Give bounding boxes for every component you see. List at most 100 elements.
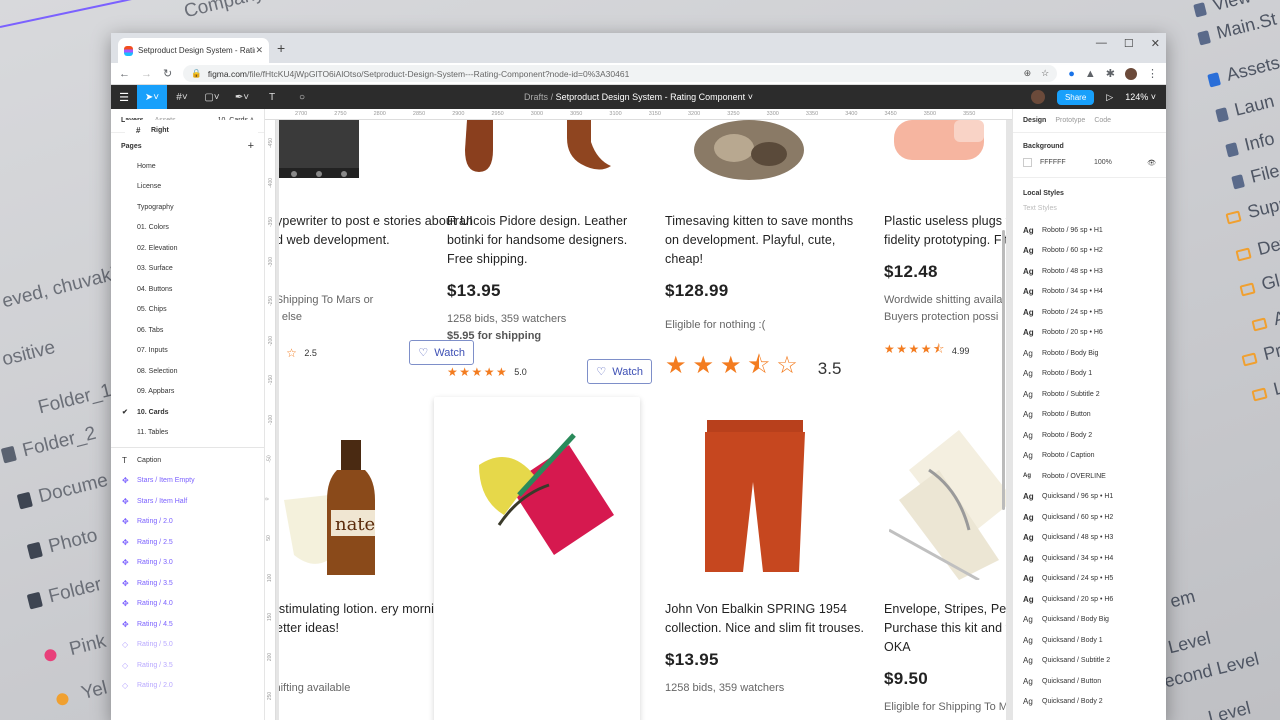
text-style-item[interactable]: Ag Roboto / 34 sp • H4 [1023, 282, 1156, 303]
tab-code[interactable]: Code [1094, 117, 1111, 124]
rating-stars[interactable]: ★★★⯪☆ [665, 348, 804, 389]
text-style-item[interactable]: Ag Roboto / 60 sp • H2 [1023, 241, 1156, 262]
text-style-item[interactable]: Ag Roboto / Button [1023, 405, 1156, 426]
product-card[interactable]: Francois Pidore design. Leather botinki … [447, 212, 652, 384]
pen-tool-icon[interactable]: ✒˅ [227, 85, 257, 109]
page-item[interactable]: ✔ 10. Cards [111, 402, 264, 423]
bookmark-star-icon[interactable]: ☆ [1041, 68, 1049, 79]
layer-item[interactable]: ✥ Rating / 4.0 [111, 594, 264, 615]
text-style-item[interactable]: Ag Roboto / OVERLINE [1023, 466, 1156, 487]
product-card[interactable]: Envelope, Stripes, Per etc. Purchase thi… [884, 600, 1006, 716]
close-window-icon[interactable]: ✕ [1151, 37, 1160, 50]
page-item[interactable]: 07. Inputs [111, 341, 264, 362]
text-style-item[interactable]: Ag Quicksand / Subtitle 2 [1023, 651, 1156, 672]
canvas-scrollbar[interactable] [1002, 230, 1005, 510]
user-avatar[interactable] [1030, 90, 1045, 104]
text-style-item[interactable]: Ag Roboto / Subtitle 2 [1023, 384, 1156, 405]
layer-item[interactable]: ◇ Rating / 5.0 [111, 635, 264, 656]
background-swatch[interactable] [1023, 158, 1032, 167]
layer-item[interactable]: ◇ Rating / 2.0 [111, 676, 264, 697]
maximize-icon[interactable]: ☐ [1124, 37, 1134, 50]
canvas[interactable]: 2700 2750 2800 2850 2900 2950 3000 3050 3100 3150… [265, 109, 1012, 720]
page-item[interactable]: 09. Appbars [111, 382, 264, 403]
text-style-item[interactable]: Ag Roboto / Caption [1023, 446, 1156, 467]
move-tool-icon[interactable]: ➤˅ [137, 85, 167, 109]
rating-stars[interactable]: ★★★★★ [447, 365, 508, 379]
rating-stars[interactable]: ☆ ☆ [279, 346, 298, 360]
extension-icon-2[interactable]: ▲ [1085, 68, 1096, 80]
shape-tool-icon[interactable]: ▢˅ [197, 85, 227, 109]
back-icon[interactable]: ← [119, 68, 130, 80]
zoom-level[interactable]: 124% ˅ [1125, 92, 1156, 102]
extensions-puzzle-icon[interactable]: ✱ [1106, 67, 1115, 80]
layer-item[interactable]: ✥ Stars / Item Half [111, 491, 264, 512]
layer-item[interactable]: ✥ Rating / 3.5 [111, 573, 264, 594]
page-item[interactable]: 08. Selection [111, 361, 264, 382]
present-play-icon[interactable]: ▷ [1106, 92, 1113, 103]
text-style-item[interactable]: Ag Quicksand / 60 sp • H2 [1023, 507, 1156, 528]
background-hex[interactable]: FFFFFF [1040, 159, 1086, 166]
page-item[interactable]: 01. Colors [111, 218, 264, 239]
visibility-eye-icon[interactable]: 👁 [1147, 159, 1156, 167]
breadcrumb-drafts[interactable]: Drafts [524, 92, 548, 102]
layer-item[interactable]: ✥ Rating / 4.5 [111, 614, 264, 635]
layer-item[interactable]: ◇ Rating / 3.5 [111, 655, 264, 676]
tab-prototype[interactable]: Prototype [1055, 117, 1085, 124]
browser-menu-icon[interactable]: ⋮ [1147, 67, 1158, 80]
cards-frame[interactable]: Typewriter to post e stories about UI nd… [279, 120, 1006, 720]
text-style-item[interactable]: Ag Quicksand / 34 sp • H4 [1023, 548, 1156, 569]
text-style-item[interactable]: Ag Quicksand / 24 sp • H5 [1023, 569, 1156, 590]
watch-button[interactable]: ♡ Watch [587, 359, 652, 384]
page-item[interactable]: Typography [111, 197, 264, 218]
profile-avatar[interactable] [1125, 67, 1137, 80]
comment-tool-icon[interactable]: ○ [287, 85, 317, 109]
product-card[interactable]: Plastic useless plugs tubes for high-fid… [884, 212, 1006, 361]
layer-item[interactable]: ✥ Rating / 2.0 [111, 512, 264, 533]
page-item[interactable]: 02. Elevation [111, 238, 264, 259]
rating-stars[interactable]: ★★★★⯪ [884, 340, 946, 361]
text-style-item[interactable]: Ag Quicksand / Body Big [1023, 610, 1156, 631]
extension-icon[interactable]: ● [1068, 68, 1075, 80]
forward-icon[interactable]: → [141, 68, 152, 80]
url-field[interactable]: 🔒 figma.com/file/fHtcKU4jWpGlTO6iAlOtso/… [183, 65, 1058, 82]
browser-tab[interactable]: Setproduct Design System - Rating Compo … [118, 38, 269, 63]
tab-design[interactable]: Design [1023, 117, 1046, 124]
page-item[interactable]: 11. Tables [111, 423, 264, 444]
zoom-icon[interactable]: ⊕ [1024, 68, 1032, 79]
layer-item[interactable]: ✥ Rating / 2.5 [111, 532, 264, 553]
product-card[interactable]: Typewriter to post e stories about UI nd… [279, 212, 474, 365]
product-card[interactable]: John Von Ebalkin SPRING 1954 collection.… [665, 600, 870, 697]
layer-item[interactable]: # Right [125, 120, 258, 141]
page-item[interactable]: 04. Buttons [111, 279, 264, 300]
page-item[interactable]: 06. Tabs [111, 320, 264, 341]
share-button[interactable]: Share [1056, 89, 1095, 105]
page-item[interactable]: Home [111, 156, 264, 177]
product-card[interactable]: Timesaving kitten to save months on deve… [665, 212, 870, 389]
text-style-item[interactable]: Ag Quicksand / Body 2 [1023, 692, 1156, 713]
new-tab-button[interactable]: + [277, 40, 285, 56]
page-item[interactable]: 03. Surface [111, 259, 264, 280]
text-style-item[interactable]: Ag Quicksand / Body 1 [1023, 630, 1156, 651]
background-opacity[interactable]: 100% [1094, 159, 1112, 166]
layer-item[interactable]: ✥ Stars / Item Empty [111, 471, 264, 492]
text-style-item[interactable]: Ag Quicksand / Button [1023, 671, 1156, 692]
text-style-item[interactable]: Ag Quicksand / 48 sp • H3 [1023, 528, 1156, 549]
frame-tool-icon[interactable]: #˅ [167, 85, 197, 109]
add-page-icon[interactable]: + [248, 141, 254, 152]
layer-item[interactable]: ✥ Rating / 3.0 [111, 553, 264, 574]
text-style-item[interactable]: Ag Roboto / Body 2 [1023, 425, 1156, 446]
text-style-item[interactable]: Ag Quicksand / 20 sp • H6 [1023, 589, 1156, 610]
file-name[interactable]: Setproduct Design System - Rating Compon… [556, 92, 753, 102]
close-tab-icon[interactable]: ✕ [255, 45, 263, 56]
text-style-item[interactable]: Ag Roboto / 24 sp • H5 [1023, 302, 1156, 323]
text-style-item[interactable]: Ag Roboto / 48 sp • H3 [1023, 261, 1156, 282]
text-style-item[interactable]: Ag Roboto / Body 1 [1023, 364, 1156, 385]
minimize-icon[interactable]: — [1096, 37, 1107, 50]
text-tool-icon[interactable]: T [257, 85, 287, 109]
text-style-item[interactable]: Ag Quicksand / 96 sp • H1 [1023, 487, 1156, 508]
text-style-item[interactable]: Ag Roboto / 96 sp • H1 [1023, 220, 1156, 241]
layer-item[interactable]: T Caption [111, 450, 264, 471]
page-item[interactable]: License [111, 177, 264, 198]
text-style-item[interactable]: Ag Roboto / 20 sp • H6 [1023, 323, 1156, 344]
text-style-item[interactable]: Ag Roboto / Body Big [1023, 343, 1156, 364]
